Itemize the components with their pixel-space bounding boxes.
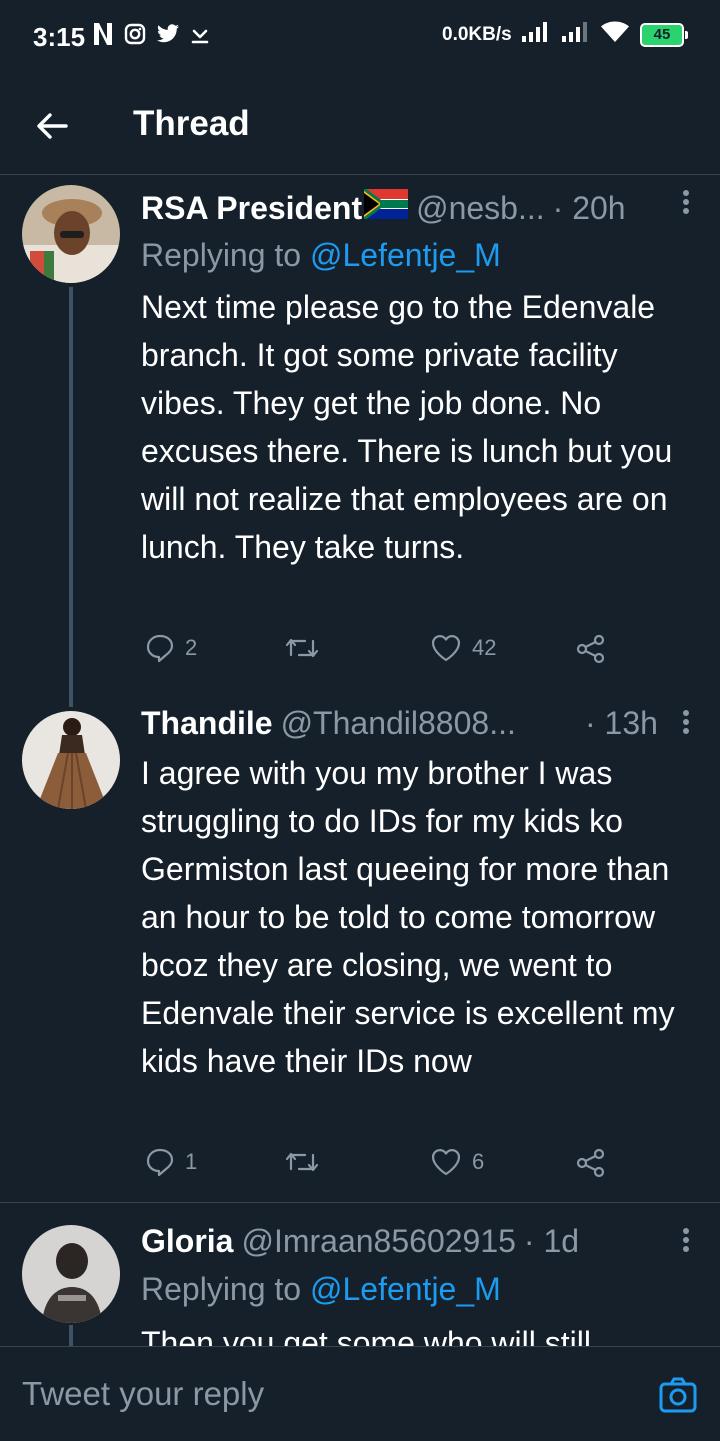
reply-button[interactable]: 2 xyxy=(145,633,197,663)
reply-composer[interactable]: Tweet your reply xyxy=(0,1346,720,1441)
share-icon xyxy=(575,633,607,665)
share-button[interactable] xyxy=(575,1147,607,1179)
reply-icon xyxy=(145,633,175,663)
status-bar: 3:15 0.0KB/s 45 xyxy=(0,0,720,76)
author-handle[interactable]: @Imraan85602915 xyxy=(241,1223,515,1260)
replying-to: Replying to @Lefentje_M xyxy=(141,237,501,273)
net-speed: 0.0KB/s xyxy=(442,24,512,45)
more-options-icon[interactable] xyxy=(682,189,692,222)
retweet-button[interactable] xyxy=(285,1147,329,1177)
share-button[interactable] xyxy=(575,633,607,665)
battery-level: 45 xyxy=(640,22,684,47)
like-count: 42 xyxy=(472,635,497,660)
wifi-icon xyxy=(600,20,630,49)
more-options-icon[interactable] xyxy=(682,1227,692,1260)
reply-button[interactable]: 1 xyxy=(145,1147,197,1177)
arrow-left-icon[interactable] xyxy=(32,106,72,146)
tweet-text: Next time please go to the Edenvale bran… xyxy=(141,289,673,565)
retweet-icon xyxy=(285,633,319,663)
more-options-icon[interactable] xyxy=(682,709,692,742)
heart-icon xyxy=(430,633,462,663)
tweet[interactable]: Gloria @Imraan85602915 · 1d Replying to … xyxy=(0,1203,720,1346)
tweet-text: Then you get some who will still xyxy=(141,1325,591,1346)
mention-link[interactable]: @Lefentje_M xyxy=(310,237,501,273)
battery-icon: 45 xyxy=(640,22,688,47)
page-title: Thread xyxy=(133,104,250,143)
tweet-time: · 20h xyxy=(552,190,626,226)
tweet[interactable]: Thandile @Thandil8808... · 13h I agree w… xyxy=(0,705,720,1202)
camera-icon[interactable] xyxy=(658,1375,698,1420)
tweet-actions: 1 6 xyxy=(141,1147,621,1187)
author-name[interactable]: RSA President xyxy=(141,190,362,227)
instagram-icon xyxy=(124,23,146,50)
avatar[interactable] xyxy=(22,1225,120,1323)
twitter-icon xyxy=(156,24,180,49)
reply-input[interactable]: Tweet your reply xyxy=(22,1375,264,1413)
reply-count: 1 xyxy=(185,1149,198,1174)
tweet-actions: 2 42 xyxy=(141,633,621,673)
signal-icon xyxy=(520,20,550,49)
retweet-icon xyxy=(285,1147,319,1177)
signal-icon xyxy=(560,20,590,49)
tweet-time: · 1d xyxy=(523,1223,580,1259)
author-handle[interactable]: @nesb... xyxy=(416,190,545,227)
thread-line xyxy=(69,1325,73,1346)
download-icon xyxy=(190,23,210,50)
retweet-button[interactable] xyxy=(285,633,329,663)
avatar[interactable] xyxy=(22,711,120,809)
like-button[interactable]: 6 xyxy=(430,1147,484,1177)
tweet-time: · 13h xyxy=(585,705,658,741)
thread-line xyxy=(69,287,73,707)
reply-icon xyxy=(145,1147,175,1177)
tweet-text: I agree with you my brother I was strugg… xyxy=(141,755,675,1079)
author-handle[interactable]: @Thandil8808... xyxy=(281,705,516,742)
heart-icon xyxy=(430,1147,462,1177)
tweet[interactable]: RSA President @nesb... · 20h Replying to… xyxy=(0,175,720,707)
top-app-bar: Thread xyxy=(0,76,720,175)
author-name[interactable]: Gloria xyxy=(141,1223,233,1260)
mention-link[interactable]: @Lefentje_M xyxy=(310,1271,501,1307)
status-time: 3:15 xyxy=(33,22,86,52)
south-africa-flag-icon xyxy=(363,187,409,227)
like-count: 6 xyxy=(472,1149,485,1174)
reply-count: 2 xyxy=(185,635,198,660)
share-icon xyxy=(575,1147,607,1179)
avatar[interactable] xyxy=(22,185,120,283)
netflix-icon xyxy=(92,22,114,51)
author-name[interactable]: Thandile xyxy=(141,705,273,742)
replying-to: Replying to @Lefentje_M xyxy=(141,1271,501,1307)
like-button[interactable]: 42 xyxy=(430,633,496,663)
